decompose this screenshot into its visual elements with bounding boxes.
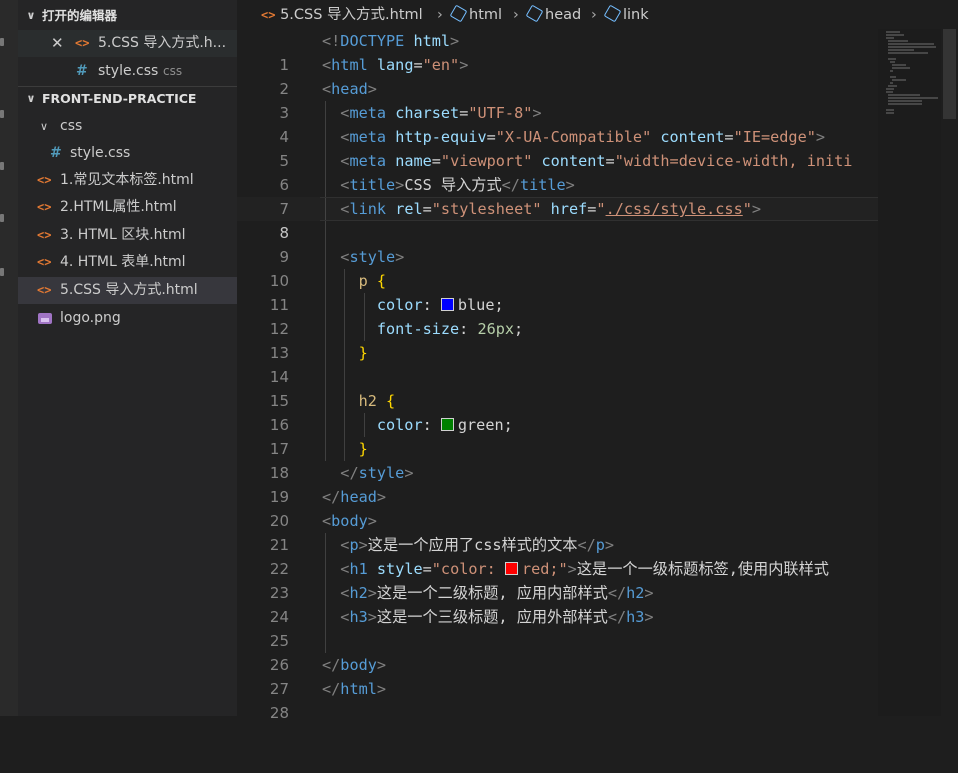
html-file-icon: <>	[37, 173, 52, 187]
chevron-right-icon: ›	[437, 7, 443, 23]
stylesheet-link-path[interactable]: ./css/style.css	[606, 200, 743, 218]
open-editor-label: style.css	[98, 63, 159, 79]
open-editor-dir: css	[163, 64, 183, 78]
css-file-icon: #	[50, 145, 62, 161]
code-line[interactable]: 10 <style>	[237, 245, 878, 290]
project-header[interactable]: ∨ FRONT-END-PRACTICE	[18, 87, 237, 111]
code-line[interactable]: 26	[237, 629, 878, 674]
code-line[interactable]: 28 </html>	[237, 677, 878, 722]
css-file-icon: #	[76, 63, 88, 79]
run-icon[interactable]	[0, 214, 4, 222]
code-line[interactable]: 27 </body>	[237, 653, 878, 698]
code-line[interactable]: 1 <!DOCTYPE html>	[237, 29, 878, 74]
code-line[interactable]: 6 <meta name="viewport" content="width=d…	[237, 149, 878, 194]
source-control-icon[interactable]	[0, 162, 4, 170]
code-line[interactable]: 23 <h1 style="color: red;">这是一个一级标题标签,使用…	[237, 557, 878, 602]
code-line[interactable]: 2 <html lang="en">	[237, 53, 878, 98]
code-line[interactable]: 15	[237, 365, 878, 410]
code-line[interactable]: 18 }	[237, 437, 878, 482]
scrollbar-thumb[interactable]	[943, 29, 956, 119]
file-item-selected[interactable]: <> 5.CSS 导入方式.html	[18, 277, 237, 304]
code-area[interactable]: 1 <!DOCTYPE html> 2 <html lang="en"> 3 <…	[237, 29, 878, 722]
code-line[interactable]: 21 <body>	[237, 509, 878, 554]
html-file-icon: <>	[37, 255, 52, 269]
open-editor-item-css-import[interactable]: ✕ <> 5.CSS 导入方式.h...	[18, 30, 237, 57]
close-icon[interactable]: ✕	[51, 30, 64, 57]
image-file-icon	[38, 313, 52, 324]
file-item[interactable]: <> 1.常见文本标签.html	[18, 167, 237, 194]
color-swatch[interactable]	[440, 298, 454, 311]
open-editor-label: 5.CSS 导入方式.h...	[98, 35, 227, 51]
code-line[interactable]: 25 <h3>这是一个三级标题, 应用外部样式</h3>	[237, 605, 878, 650]
file-style-css[interactable]: # style.css	[18, 140, 237, 167]
breadcrumb-file[interactable]: <> 5.CSS 导入方式.html	[261, 0, 423, 30]
code-line[interactable]: 3 <head>	[237, 77, 878, 122]
code-line[interactable]: 13 font-size: 26px;	[237, 317, 878, 362]
open-editor-item-style-css[interactable]: # style.css css	[18, 58, 237, 85]
breadcrumb-head[interactable]: head	[525, 0, 581, 30]
chevron-right-icon: ›	[513, 7, 519, 23]
activity-bar	[0, 0, 18, 716]
code-line[interactable]: 22 <p>这是一个应用了css样式的文本</p>	[237, 533, 878, 578]
html-file-icon: <>	[261, 8, 276, 22]
file-item[interactable]: <> 2.HTML属性.html	[18, 194, 237, 221]
breadcrumb-html[interactable]: html	[449, 0, 502, 30]
code-line[interactable]: 20 </head>	[237, 485, 878, 530]
chevron-down-icon: ∨	[40, 120, 49, 133]
code-line-current[interactable]: 8 <link rel="stylesheet" href="./css/sty…	[237, 197, 878, 242]
symbol-element-icon	[525, 4, 544, 23]
vertical-scrollbar[interactable]	[941, 29, 958, 716]
breadcrumb: <> 5.CSS 导入方式.html › html › head › link	[237, 0, 958, 30]
code-line[interactable]: 9	[237, 221, 878, 266]
symbol-element-icon	[449, 4, 468, 23]
breadcrumb-link[interactable]: link	[603, 0, 649, 30]
folder-css[interactable]: ∨ css	[18, 113, 237, 140]
code-line[interactable]: 24 <h2>这是一个二级标题, 应用内部样式</h2>	[237, 581, 878, 626]
code-line[interactable]: 14 }	[237, 341, 878, 386]
html-file-icon: <>	[37, 200, 52, 214]
open-editors-header[interactable]: ∨ 打开的编辑器	[18, 4, 237, 28]
file-item[interactable]: <> 3. HTML 区块.html	[18, 222, 237, 249]
chevron-right-icon: ›	[591, 7, 597, 23]
explorer-icon[interactable]	[0, 38, 4, 46]
search-icon[interactable]	[0, 110, 4, 118]
code-line[interactable]: 16 h2 {	[237, 389, 878, 434]
code-line[interactable]: 7 <title>CSS 导入方式</title>	[237, 173, 878, 218]
html-file-icon: <>	[37, 283, 52, 297]
color-swatch[interactable]	[504, 562, 518, 575]
chevron-down-icon: ∨	[26, 9, 36, 22]
minimap[interactable]	[878, 29, 938, 716]
html-file-icon: <>	[37, 228, 52, 242]
chevron-down-icon: ∨	[26, 92, 36, 105]
code-line[interactable]: 17 color: green;	[237, 413, 878, 458]
symbol-element-icon	[603, 4, 622, 23]
code-editor: <> 5.CSS 导入方式.html › html › head › link …	[237, 0, 958, 722]
code-line[interactable]: 12 color: blue;	[237, 293, 878, 338]
color-swatch[interactable]	[440, 418, 454, 431]
code-line[interactable]: 11 p {	[237, 269, 878, 314]
file-item[interactable]: logo.png	[18, 305, 237, 332]
file-item[interactable]: <> 4. HTML 表单.html	[18, 249, 237, 276]
code-line[interactable]: 4 <meta charset="UTF-8">	[237, 101, 878, 146]
html-file-icon: <>	[75, 36, 90, 50]
extensions-icon[interactable]	[0, 268, 4, 276]
code-line[interactable]: 19 </style>	[237, 461, 878, 506]
code-line[interactable]: 5 <meta http-equiv="X-UA-Compatible" con…	[237, 125, 878, 170]
explorer-sidebar: ∨ 打开的编辑器 ✕ <> 5.CSS 导入方式.h... # style.cs…	[18, 0, 237, 716]
